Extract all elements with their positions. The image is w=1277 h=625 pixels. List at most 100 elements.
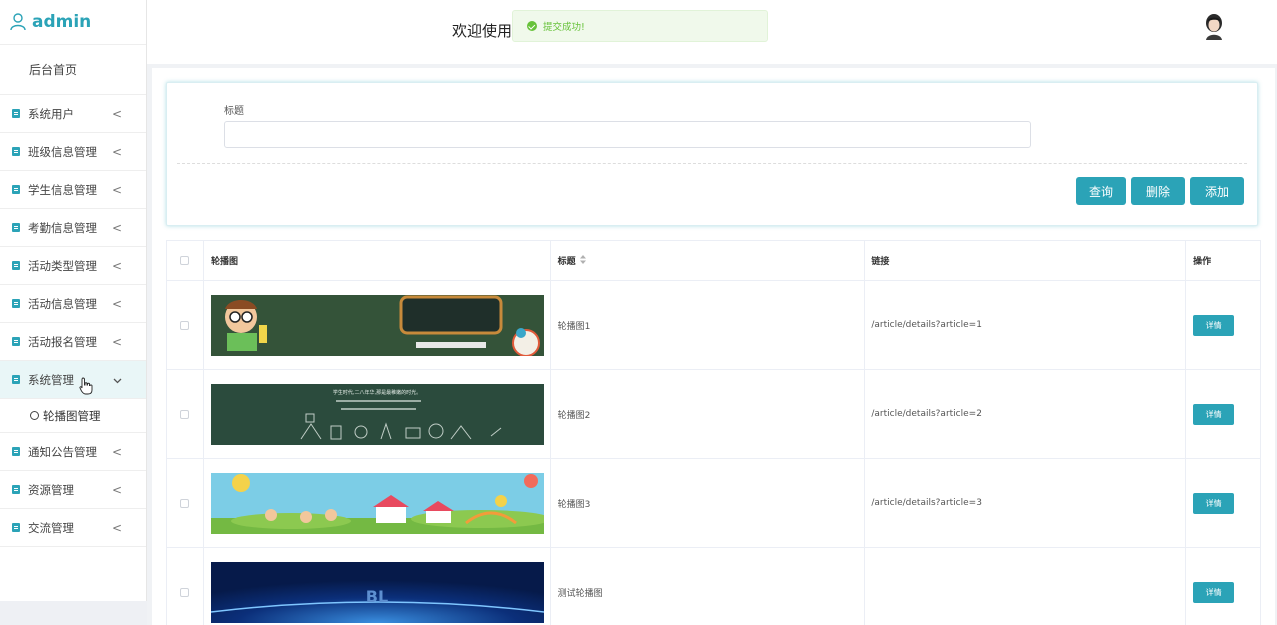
welcome-text: 欢迎使用 (452, 22, 513, 40)
sidebar-item-activity-types[interactable]: 活动类型管理 < (0, 247, 146, 285)
detail-button[interactable]: 详情 (1193, 403, 1235, 425)
sidebar-item-attendance[interactable]: 考勤信息管理 < (0, 209, 146, 247)
clock-icon (30, 411, 39, 420)
sidebar-item-label: 活动类型管理 (28, 258, 97, 273)
sidebar-bottom (0, 601, 147, 625)
sidebar-item-label: 考勤信息管理 (28, 220, 97, 235)
search-panel: 标题 查询 删除 添加 (166, 82, 1258, 226)
search-label: 标题 (224, 106, 244, 117)
row-checkbox[interactable] (180, 320, 190, 330)
document-icon (12, 485, 20, 494)
banner-image: BL (210, 561, 544, 623)
carousel-table: 轮播图 标题 链接 操作 轮播图1 /article/details?artic… (166, 240, 1262, 625)
op-cell: 详情 (1186, 459, 1262, 547)
delete-button[interactable]: 删除 (1131, 177, 1185, 205)
title-cell: 轮播图3 (551, 459, 866, 547)
image-cell (204, 281, 551, 369)
sidebar-item-label: 活动报名管理 (28, 334, 97, 349)
toast-message: 提交成功! (543, 22, 585, 33)
op-cell: 详情 (1186, 548, 1262, 625)
banner-logo-text: BL (366, 587, 388, 606)
sidebar-item-system-management[interactable]: 系统管理 (0, 361, 146, 399)
banner-image: 学生时代,二八年华,那是最稚嫩的时光。 (210, 383, 544, 445)
row-checkbox[interactable] (180, 587, 190, 597)
row-checkbox[interactable] (180, 498, 190, 508)
header-image: 轮播图 (204, 241, 551, 280)
check-circle-icon (527, 21, 537, 31)
header: 欢迎使用 提交成功! (147, 0, 1277, 64)
title-search-input[interactable] (224, 121, 1031, 148)
sidebar-item-label: 系统管理 (28, 372, 74, 387)
add-button[interactable]: 添加 (1190, 177, 1244, 205)
chevron-left-icon: < (111, 106, 122, 121)
sidebar-item-class-info[interactable]: 班级信息管理 < (0, 133, 146, 171)
row-check-cell (167, 281, 204, 369)
sidebar-item-notices[interactable]: 通知公告管理 < (0, 433, 146, 471)
image-cell: 学生时代,二八年华,那是最稚嫩的时光。 (204, 370, 551, 458)
detail-button[interactable]: 详情 (1193, 314, 1235, 336)
document-icon (12, 147, 20, 156)
sidebar-item-resources[interactable]: 资源管理 < (0, 471, 146, 509)
link-cell (865, 548, 1187, 625)
sidebar-item-label: 学生信息管理 (28, 182, 97, 197)
sidebar-subitem-label: 轮播图管理 (43, 408, 101, 423)
sidebar-subitem-carousel[interactable]: 轮播图管理 (0, 399, 146, 433)
document-icon (12, 185, 20, 194)
brand-name: admin (32, 12, 92, 32)
row-check-cell (167, 370, 204, 458)
chevron-left-icon: < (111, 258, 122, 273)
chevron-left-icon: < (111, 482, 122, 497)
chevron-left-icon: < (111, 520, 122, 535)
sidebar-item-activity-signup[interactable]: 活动报名管理 < (0, 323, 146, 361)
banner-image (210, 294, 544, 356)
title-cell: 测试轮播图 (551, 548, 866, 625)
sidebar-item-communication[interactable]: 交流管理 < (0, 509, 146, 547)
document-icon (12, 261, 20, 270)
chevron-left-icon: < (111, 182, 122, 197)
header-link: 链接 (865, 241, 1187, 280)
row-check-cell (167, 548, 204, 625)
image-cell (204, 459, 551, 547)
sort-icon[interactable] (579, 255, 586, 266)
table-row: 学生时代,二八年华,那是最稚嫩的时光。 轮播图2 /article/detail… (167, 370, 1262, 459)
document-icon (12, 523, 20, 532)
row-check-cell (167, 459, 204, 547)
header-title[interactable]: 标题 (551, 241, 866, 280)
table-row: 轮播图1 /article/details?article=1 详情 (167, 281, 1262, 370)
op-cell: 详情 (1186, 281, 1262, 369)
sidebar-item-student-info[interactable]: 学生信息管理 < (0, 171, 146, 209)
detail-button[interactable]: 详情 (1193, 581, 1235, 603)
document-icon (12, 109, 20, 118)
select-all-checkbox[interactable] (180, 256, 190, 265)
document-icon (12, 447, 20, 456)
sidebar-item-label: 通知公告管理 (28, 444, 97, 459)
chevron-left-icon: < (111, 220, 122, 235)
brand: admin (0, 0, 146, 45)
user-icon (10, 13, 26, 31)
sidebar-item-label: 系统用户 (28, 106, 74, 121)
sidebar: admin 后台首页 系统用户 < 班级信息管理 < 学生信息管理 < 考勤信息… (0, 0, 147, 625)
title-cell: 轮播图1 (551, 281, 866, 369)
avatar[interactable] (1202, 12, 1226, 40)
image-cell: BL (204, 548, 551, 625)
divider (177, 163, 1247, 164)
header-title-label: 标题 (557, 257, 576, 267)
chevron-left-icon: < (111, 334, 122, 349)
sidebar-item-label: 活动信息管理 (28, 296, 97, 311)
header-op: 操作 (1186, 241, 1262, 280)
chevron-left-icon: < (111, 144, 122, 159)
sidebar-item-home[interactable]: 后台首页 (0, 45, 146, 95)
table-header-row: 轮播图 标题 链接 操作 (167, 241, 1262, 281)
sidebar-item-activity-info[interactable]: 活动信息管理 < (0, 285, 146, 323)
hand-cursor-icon (79, 377, 93, 395)
chevron-left-icon: < (111, 296, 122, 311)
query-button[interactable]: 查询 (1076, 177, 1126, 205)
row-checkbox[interactable] (180, 409, 190, 419)
sidebar-item-system-users[interactable]: 系统用户 < (0, 95, 146, 133)
sidebar-item-label: 班级信息管理 (28, 144, 97, 159)
detail-button[interactable]: 详情 (1193, 492, 1235, 514)
banner-image (210, 472, 544, 534)
link-cell: /article/details?article=2 (865, 370, 1187, 458)
banner-caption: 学生时代,二八年华,那是最稚嫩的时光。 (333, 389, 421, 396)
link-cell: /article/details?article=1 (865, 281, 1187, 369)
